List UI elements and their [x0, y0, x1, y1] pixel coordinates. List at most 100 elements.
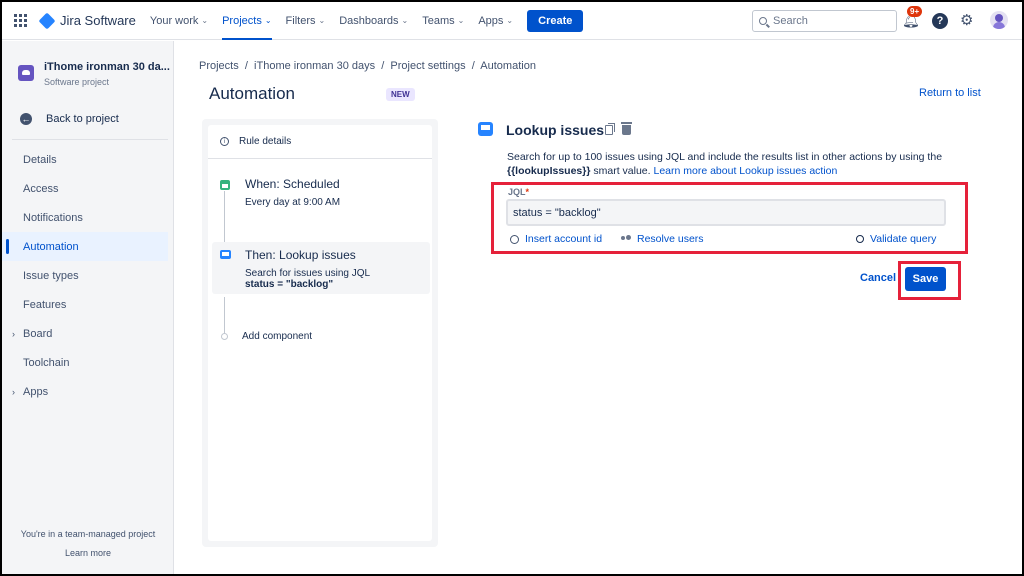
breadcrumb-separator: / — [468, 60, 478, 72]
back-to-project-link[interactable]: ← Back to project — [20, 113, 119, 125]
product-logo[interactable]: Jira Software — [38, 12, 136, 29]
avatar[interactable] — [990, 11, 1008, 29]
nav-filters[interactable]: Filters ⌄ — [286, 2, 326, 40]
copy-icon[interactable] — [605, 123, 615, 135]
cancel-button[interactable]: Cancel — [860, 272, 896, 284]
team-managed-note: You're in a team-managed project — [20, 529, 156, 539]
insert-account-id-link[interactable]: Insert account id — [510, 233, 602, 245]
sidebar-item-details[interactable]: Details — [2, 145, 174, 174]
breadcrumb-project[interactable]: iThome ironman 30 days — [254, 60, 375, 72]
resolve-users-link[interactable]: Resolve users — [621, 233, 704, 245]
nav-dashboards[interactable]: Dashboards ⌄ — [339, 2, 408, 40]
nav-apps[interactable]: Apps ⌄ — [478, 2, 513, 40]
sidebar-item-label: Apps — [23, 385, 49, 398]
chevron-down-icon: ⌄ — [318, 16, 326, 25]
back-label: Back to project — [46, 113, 119, 125]
sidebar-item-label: Details — [23, 153, 57, 166]
breadcrumb-settings[interactable]: Project settings — [390, 60, 465, 72]
sidebar-item-toolchain[interactable]: Toolchain — [2, 348, 174, 377]
return-to-list-link[interactable]: Return to list — [919, 87, 981, 99]
breadcrumb-automation[interactable]: Automation — [480, 60, 536, 72]
link-label: Resolve users — [637, 233, 704, 245]
jira-logo-icon — [38, 12, 56, 29]
lookup-issues-icon — [220, 250, 231, 259]
help-icon[interactable]: ? — [932, 13, 948, 29]
add-node-icon — [221, 333, 228, 340]
nav-label: Teams — [422, 14, 455, 27]
rule-panel: i Rule details When: Scheduled Every day… — [202, 119, 438, 547]
action-component[interactable]: Then: Lookup issues Search for issues us… — [212, 242, 430, 294]
nav-projects[interactable]: Projects ⌄ — [222, 2, 273, 40]
link-label: Insert account id — [525, 233, 603, 245]
chevron-right-icon: › — [12, 386, 15, 397]
search-input[interactable]: Search — [752, 10, 897, 32]
project-avatar-icon — [18, 65, 34, 81]
chevron-down-icon: ⌄ — [401, 16, 409, 25]
user-icon — [510, 234, 519, 244]
sidebar-item-label: Toolchain — [23, 356, 70, 369]
chevron-right-icon: › — [12, 328, 15, 339]
nav-label: Projects — [222, 14, 262, 27]
sidebar-item-notifications[interactable]: Notifications — [2, 203, 174, 232]
jql-field[interactable] — [506, 199, 946, 226]
sidebar-item-label: Notifications — [23, 211, 83, 224]
trash-icon[interactable] — [621, 122, 632, 135]
project-sidebar: iThome ironman 30 da... Software project… — [2, 41, 174, 574]
arrow-left-icon: ← — [20, 113, 32, 125]
calendar-icon — [220, 180, 230, 190]
save-button[interactable]: Save — [905, 267, 946, 291]
rule-canvas: i Rule details When: Scheduled Every day… — [208, 125, 432, 541]
top-navigation: Jira Software Your work ⌄ Projects ⌄ Filte… — [2, 2, 1022, 40]
rule-details-label: Rule details — [239, 136, 292, 147]
sidebar-item-label: Board — [23, 327, 53, 340]
sidebar-item-issue-types[interactable]: Issue types — [2, 261, 174, 290]
sidebar-item-label: Access — [23, 182, 59, 195]
create-button[interactable]: Create — [527, 9, 584, 32]
lookup-issues-icon — [478, 122, 493, 136]
sidebar-item-features[interactable]: Features — [2, 290, 174, 319]
sidebar-item-label: Features — [23, 298, 67, 311]
jql-label: JQL* — [508, 187, 529, 197]
search-placeholder: Search — [773, 15, 808, 27]
search-icon — [856, 235, 864, 243]
sidebar-item-apps[interactable]: › Apps — [2, 377, 174, 406]
nav-label: Your work — [149, 14, 199, 27]
sidebar-menu: Details Access Notifications Automation … — [2, 145, 174, 406]
nav-label: Filters — [285, 14, 316, 27]
validate-query-link[interactable]: Validate query — [856, 233, 936, 245]
search-icon — [759, 17, 767, 25]
chevron-down-icon: ⌄ — [457, 16, 465, 25]
chevron-down-icon: ⌄ — [506, 16, 514, 25]
app-window: Jira Software Your work ⌄ Projects ⌄ Filte… — [2, 2, 1022, 574]
learn-more-link[interactable]: Learn more — [2, 548, 174, 558]
new-badge: NEW — [386, 88, 415, 101]
nav-teams[interactable]: Teams ⌄ — [422, 2, 464, 40]
sidebar-item-access[interactable]: Access — [2, 174, 174, 203]
project-name: iThome ironman 30 da... — [44, 61, 170, 73]
add-component-label: Add component — [242, 331, 313, 342]
notifications-button[interactable]: 🔔︎ 9+ — [902, 6, 923, 30]
description-text: smart value. — [593, 165, 651, 177]
trigger-title: When: Scheduled — [245, 177, 340, 191]
nav-label: Dashboards — [339, 14, 399, 27]
page-title: Automation — [209, 84, 295, 103]
sidebar-item-label: Issue types — [23, 269, 79, 282]
app-switcher-icon[interactable] — [14, 13, 28, 28]
project-header[interactable]: iThome ironman 30 da... Software project — [18, 61, 170, 87]
sidebar-item-automation[interactable]: Automation — [2, 232, 168, 261]
add-component-button[interactable]: Add component — [218, 331, 312, 342]
sidebar-item-board[interactable]: › Board — [2, 319, 174, 348]
jql-helper-links: Insert account id Resolve users Validate… — [510, 233, 940, 247]
gear-icon[interactable]: ⚙ — [960, 11, 973, 29]
nav-label: Apps — [478, 14, 504, 27]
breadcrumb-separator: / — [378, 60, 388, 72]
users-icon — [621, 235, 631, 243]
rule-details-item[interactable]: i Rule details — [208, 125, 432, 159]
product-name: Jira Software — [60, 13, 136, 28]
breadcrumb-projects[interactable]: Projects — [199, 60, 239, 72]
nav-your-work[interactable]: Your work ⌄ — [150, 2, 208, 40]
chevron-down-icon: ⌄ — [201, 16, 209, 25]
smart-value: {{lookupIssues}} — [507, 165, 591, 177]
learn-more-lookup-link[interactable]: Learn more about Lookup issues action — [653, 165, 837, 177]
component-description: Search for up to 100 issues using JQL an… — [507, 150, 957, 178]
